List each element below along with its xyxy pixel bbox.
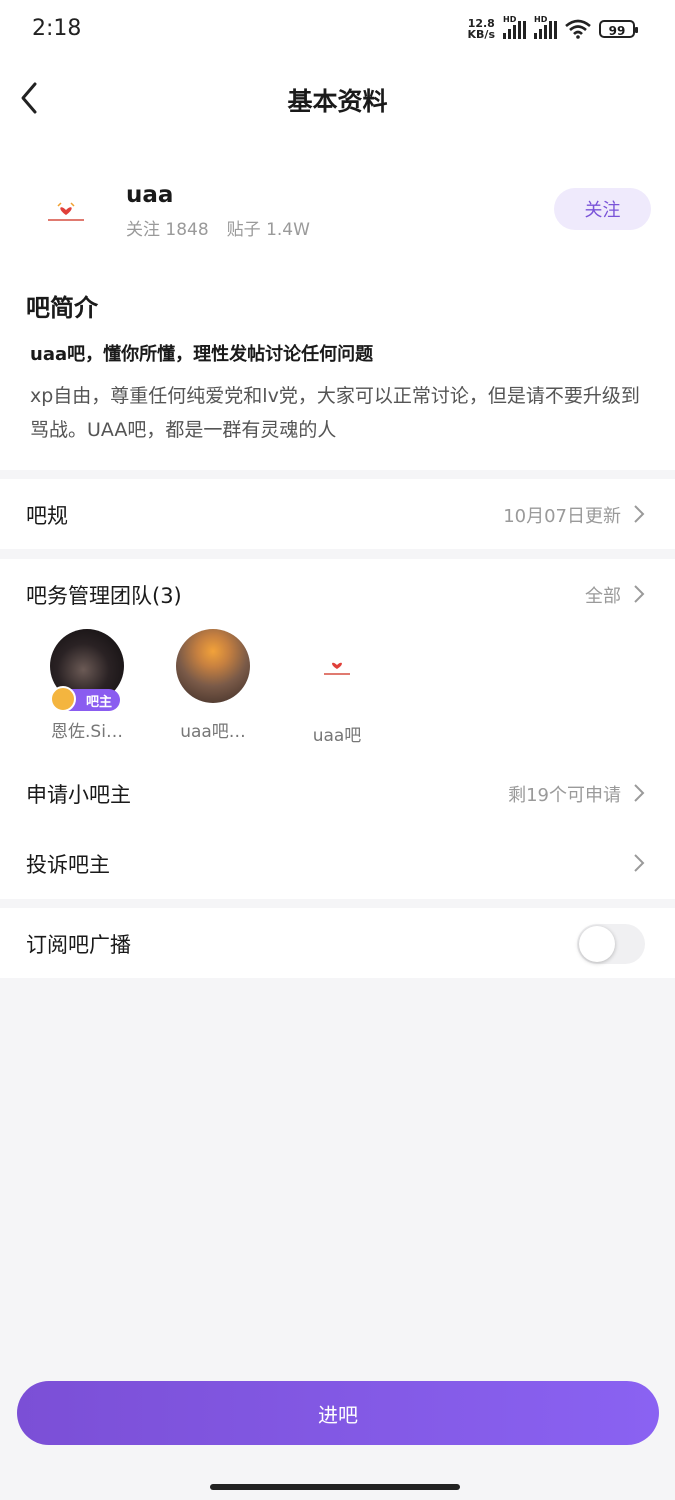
apply-remaining: 剩19个可申请 xyxy=(508,785,621,806)
forum-name: uaa xyxy=(126,182,174,208)
status-time: 2:18 xyxy=(32,16,82,41)
admin-member[interactable]: uaa吧 xyxy=(292,629,382,746)
admin-member[interactable]: uaa吧… xyxy=(168,629,258,742)
intro-summary: uaa吧，懂你所懂，理性发帖讨论任何问题 xyxy=(30,344,374,365)
follow-button[interactable]: 关注 xyxy=(554,188,651,230)
admin-name: uaa吧… xyxy=(180,722,246,742)
team-all-link[interactable]: 全部 xyxy=(585,582,621,608)
crown-icon xyxy=(50,686,76,712)
chevron-right-icon[interactable] xyxy=(633,853,645,873)
avatar: 吧主 xyxy=(50,629,124,712)
signal-icon-2: HD xyxy=(534,15,557,39)
avatar xyxy=(301,630,373,702)
rules-label: 吧规 xyxy=(26,504,68,528)
admin-name: uaa吧 xyxy=(312,726,362,746)
intro-heading: 吧简介 xyxy=(26,294,98,322)
nav-bar: 基本资料 xyxy=(0,62,675,136)
page-title: 基本资料 xyxy=(287,87,388,116)
post-count: 贴子 1.4W xyxy=(226,220,310,240)
enter-forum-button[interactable]: 进吧 xyxy=(17,1381,659,1445)
status-bar: 2:18 12.8 KB/s HD HD 99 xyxy=(0,0,675,62)
apply-label[interactable]: 申请小吧主 xyxy=(26,779,131,809)
subscribe-toggle[interactable] xyxy=(577,924,645,964)
avatar xyxy=(176,629,250,703)
badge-label: 吧主 xyxy=(85,694,112,710)
toggle-knob xyxy=(579,926,615,962)
battery-icon: 99 xyxy=(599,20,638,38)
signal-icon: HD xyxy=(503,15,526,39)
chevron-right-icon[interactable] xyxy=(633,584,645,604)
forum-info-card: uaa 关注 1848 贴子 1.4W 关注 吧简介 uaa吧，懂你所懂，理性发… xyxy=(0,136,675,470)
signal-hd-label: HD xyxy=(503,15,517,24)
owner-badge: 吧主 xyxy=(50,686,120,712)
chevron-right-icon[interactable] xyxy=(633,783,645,803)
network-speed-unit: KB/s xyxy=(467,28,495,41)
subscribe-row: 订阅吧广播 xyxy=(0,908,675,978)
team-label: 吧务管理团队(3) xyxy=(26,584,182,608)
admin-name: 恩佐.Si… xyxy=(51,722,123,742)
wifi-icon xyxy=(565,19,591,39)
follow-count: 关注 1848 xyxy=(126,220,209,240)
report-label[interactable]: 投诉吧主 xyxy=(26,849,110,879)
status-icons: 12.8 KB/s HD HD 99 xyxy=(468,15,638,40)
forum-stats: 关注 1848 贴子 1.4W xyxy=(126,215,310,240)
subscribe-label: 订阅吧广播 xyxy=(26,933,131,957)
admin-member[interactable]: 吧主 恩佐.Si… xyxy=(42,629,132,742)
signal-hd-label-2: HD xyxy=(534,15,548,24)
rules-row[interactable]: 吧规 10月07日更新 xyxy=(0,479,675,549)
network-speed: 12.8 KB/s xyxy=(468,18,495,40)
chevron-right-icon xyxy=(634,505,645,523)
intro-description: xp自由，尊重任何纯爱党和lv党，大家可以正常讨论，但是请不要升级到骂战。UAA… xyxy=(30,385,640,441)
forum-logo xyxy=(30,176,102,248)
rules-updated: 10月07日更新 xyxy=(503,506,621,527)
home-indicator[interactable] xyxy=(210,1484,460,1490)
